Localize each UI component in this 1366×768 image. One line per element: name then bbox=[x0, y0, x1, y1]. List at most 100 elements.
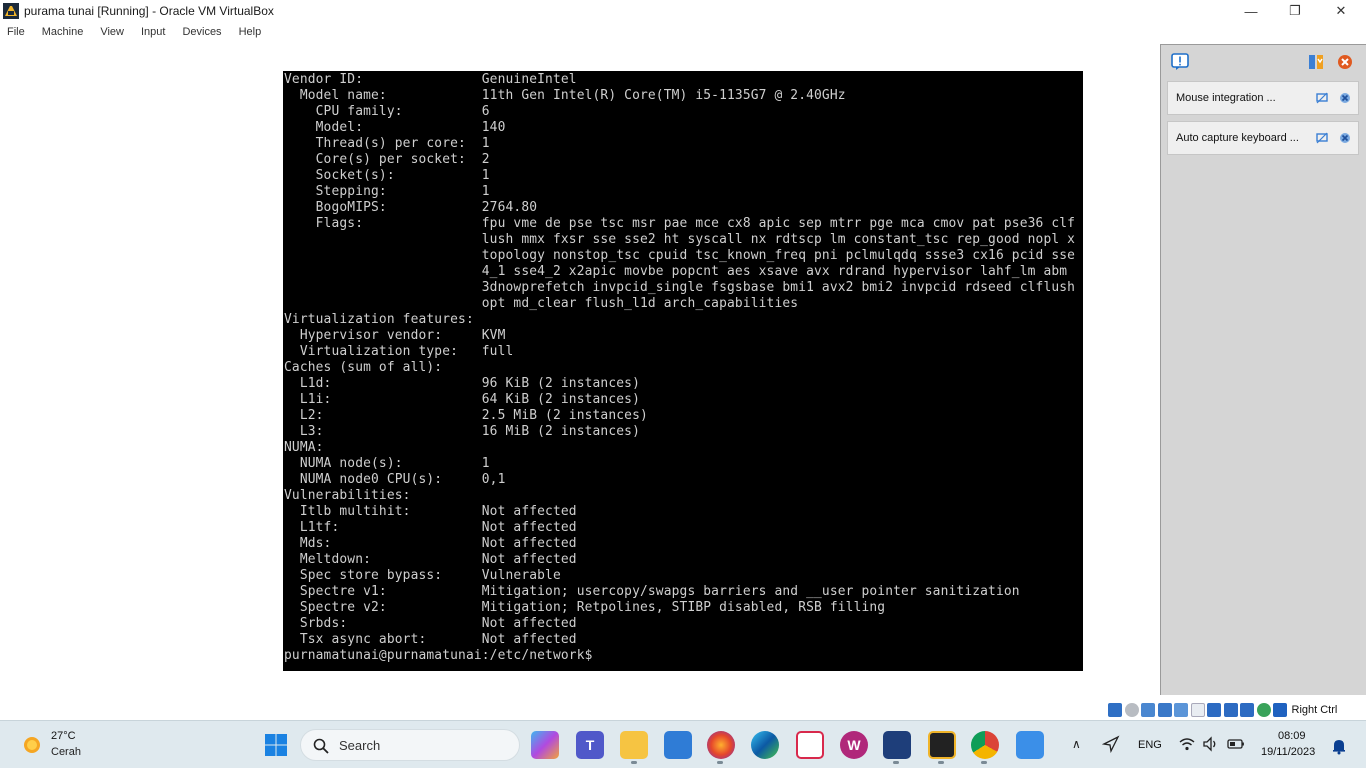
terminal-line: Vendor ID: GenuineIntel bbox=[284, 72, 577, 87]
terminal-line: Virtualization features: bbox=[284, 312, 474, 327]
title-bar: purama tunai [Running] - Oracle VM Virtu… bbox=[0, 0, 1366, 22]
terminal-line: Spectre v2: Mitigation; Retpolines, STIB… bbox=[284, 600, 886, 615]
notification-text: Auto capture keyboard ... bbox=[1176, 132, 1299, 144]
clock-time[interactable]: 08:09 bbox=[1278, 730, 1306, 742]
terminal-line: Socket(s): 1 bbox=[284, 168, 490, 183]
notification-text: Mouse integration ... bbox=[1176, 92, 1276, 104]
terminal-line: NUMA node0 CPU(s): 0,1 bbox=[284, 472, 506, 487]
terminal-line: Model name: 11th Gen Intel(R) Core(TM) i… bbox=[284, 88, 846, 103]
battery-icon[interactable] bbox=[1227, 735, 1245, 753]
wifi-icon[interactable] bbox=[1178, 735, 1196, 753]
virtualbox-app-icon bbox=[3, 3, 19, 19]
teams-icon[interactable]: T bbox=[576, 731, 604, 759]
hard-disk-icon[interactable] bbox=[1108, 703, 1122, 717]
terminal-line: Caches (sum of all): bbox=[284, 360, 443, 375]
mouse-capture-icon[interactable] bbox=[1273, 703, 1287, 717]
photos-app-icon[interactable] bbox=[1016, 731, 1044, 759]
input-language[interactable]: ENG bbox=[1138, 739, 1162, 751]
cpu-icon[interactable] bbox=[1240, 703, 1254, 717]
close-icon: ✕ bbox=[1335, 3, 1347, 18]
close-notification-icon[interactable] bbox=[1339, 92, 1351, 104]
menu-machine[interactable]: Machine bbox=[42, 24, 84, 42]
menu-input[interactable]: Input bbox=[141, 24, 165, 42]
close-notification-icon[interactable] bbox=[1339, 132, 1351, 144]
terminal-line: L1tf: Not affected bbox=[284, 520, 577, 535]
terminal-line: L2: 2.5 MiB (2 instances) bbox=[284, 408, 648, 423]
running-indicator bbox=[893, 761, 899, 764]
menu-devices[interactable]: Devices bbox=[182, 24, 221, 42]
virtualbox-taskbar-icon[interactable] bbox=[883, 731, 911, 759]
terminal-line: 3dnowprefetch invpcid_single fsgsbase bm… bbox=[284, 280, 1076, 295]
terminal-line: Stepping: 1 bbox=[284, 184, 490, 199]
edge-icon[interactable] bbox=[751, 731, 779, 759]
menu-help[interactable]: Help bbox=[239, 24, 262, 42]
search-icon bbox=[313, 738, 329, 754]
firefox-icon[interactable] bbox=[707, 731, 735, 759]
notification-bubble-icon[interactable] bbox=[1171, 53, 1189, 71]
location-icon[interactable] bbox=[1102, 735, 1120, 753]
windows-start-icon[interactable] bbox=[264, 733, 288, 757]
snipping-tool-icon[interactable] bbox=[796, 731, 824, 759]
virtualization-icon[interactable] bbox=[1256, 703, 1271, 717]
running-indicator bbox=[938, 761, 944, 764]
clock-date[interactable]: 19/11/2023 bbox=[1261, 746, 1315, 758]
menu-view[interactable]: View bbox=[100, 24, 124, 42]
weather-temperature: 27°C bbox=[51, 730, 76, 742]
terminal-line: lush mmx fxsr sse sse2 ht syscall nx rdt… bbox=[284, 232, 1076, 247]
terminal-line: Core(s) per socket: 2 bbox=[284, 152, 490, 167]
search-placeholder: Search bbox=[339, 738, 381, 753]
terminal-line: BogoMIPS: 2764.80 bbox=[284, 200, 538, 215]
terminal-line: Vulnerabilities: bbox=[284, 488, 411, 503]
close-button[interactable]: ✕ bbox=[1318, 0, 1364, 22]
toggle-notifications-icon[interactable] bbox=[1307, 53, 1325, 71]
terminal-line: purnamatunai@purnamatunai:/etc/network$ bbox=[284, 648, 593, 663]
optical-drive-icon[interactable] bbox=[1124, 703, 1139, 717]
minimize-icon: — bbox=[1244, 3, 1258, 19]
terminal-line: Tsx async abort: Not affected bbox=[284, 632, 577, 647]
terminal-line: L3: 16 MiB (2 instances) bbox=[284, 424, 640, 439]
maximize-button[interactable]: ❐ bbox=[1272, 0, 1318, 22]
vm-console-screen[interactable]: Vendor ID: GenuineIntel Model name: 11th… bbox=[283, 71, 1083, 671]
menu-file[interactable]: File bbox=[7, 24, 25, 42]
terminal-line: opt md_clear flush_l1d arch_capabilities bbox=[284, 296, 799, 311]
volume-icon[interactable] bbox=[1202, 735, 1220, 753]
usb-icon[interactable] bbox=[1174, 703, 1188, 717]
window-title: purama tunai [Running] - Oracle VM Virtu… bbox=[24, 4, 274, 18]
show-hidden-icons-chevron-icon[interactable]: ∧ bbox=[1072, 737, 1081, 751]
audio-icon[interactable] bbox=[1141, 703, 1155, 717]
terminal-line: Virtualization type: full bbox=[284, 344, 514, 359]
weather-sunny-icon[interactable] bbox=[20, 733, 44, 757]
minimize-button[interactable]: — bbox=[1228, 0, 1274, 22]
recording-icon[interactable] bbox=[1223, 703, 1238, 717]
mute-notification-icon[interactable] bbox=[1316, 132, 1328, 144]
copilot-icon[interactable] bbox=[531, 731, 559, 759]
terminal-line: topology nonstop_tsc cpuid tsc_known_fre… bbox=[284, 248, 1076, 263]
running-indicator bbox=[717, 761, 723, 764]
virtualbox-vm-icon[interactable] bbox=[928, 731, 956, 759]
terminal-line: Spec store bypass: Vulnerable bbox=[284, 568, 561, 583]
chrome-icon[interactable] bbox=[971, 731, 999, 759]
terminal-line: Thread(s) per core: 1 bbox=[284, 136, 490, 151]
notification-bell-icon[interactable] bbox=[1330, 737, 1348, 755]
terminal-line: L1i: 64 KiB (2 instances) bbox=[284, 392, 640, 407]
notification-auto-capture-keyboard[interactable]: Auto capture keyboard ... bbox=[1167, 121, 1359, 155]
wps-office-icon[interactable]: W bbox=[840, 731, 868, 759]
restore-icon: ❐ bbox=[1289, 3, 1301, 18]
file-explorer-icon[interactable] bbox=[620, 731, 648, 759]
terminal-line: L1d: 96 KiB (2 instances) bbox=[284, 376, 640, 391]
network-icon[interactable] bbox=[1157, 703, 1172, 717]
terminal-line: NUMA node(s): 1 bbox=[284, 456, 490, 471]
taskbar-search[interactable]: Search bbox=[300, 729, 520, 761]
terminal-line: 4_1 sse4_2 x2apic movbe popcnt aes xsave… bbox=[284, 264, 1068, 279]
terminal-line: Srbds: Not affected bbox=[284, 616, 577, 631]
mute-notification-icon[interactable] bbox=[1316, 92, 1328, 104]
vm-status-bar: Right Ctrl bbox=[1108, 700, 1366, 720]
dismiss-all-icon[interactable] bbox=[1336, 53, 1354, 71]
notification-mouse-integration[interactable]: Mouse integration ... bbox=[1167, 81, 1359, 115]
display-icon[interactable] bbox=[1207, 703, 1221, 717]
terminal-line: Hypervisor vendor: KVM bbox=[284, 328, 506, 343]
host-key-label: Right Ctrl bbox=[1291, 704, 1338, 716]
shared-folders-icon[interactable] bbox=[1190, 703, 1205, 717]
store-app-icon[interactable] bbox=[664, 731, 692, 759]
terminal-line: Itlb multihit: Not affected bbox=[284, 504, 577, 519]
